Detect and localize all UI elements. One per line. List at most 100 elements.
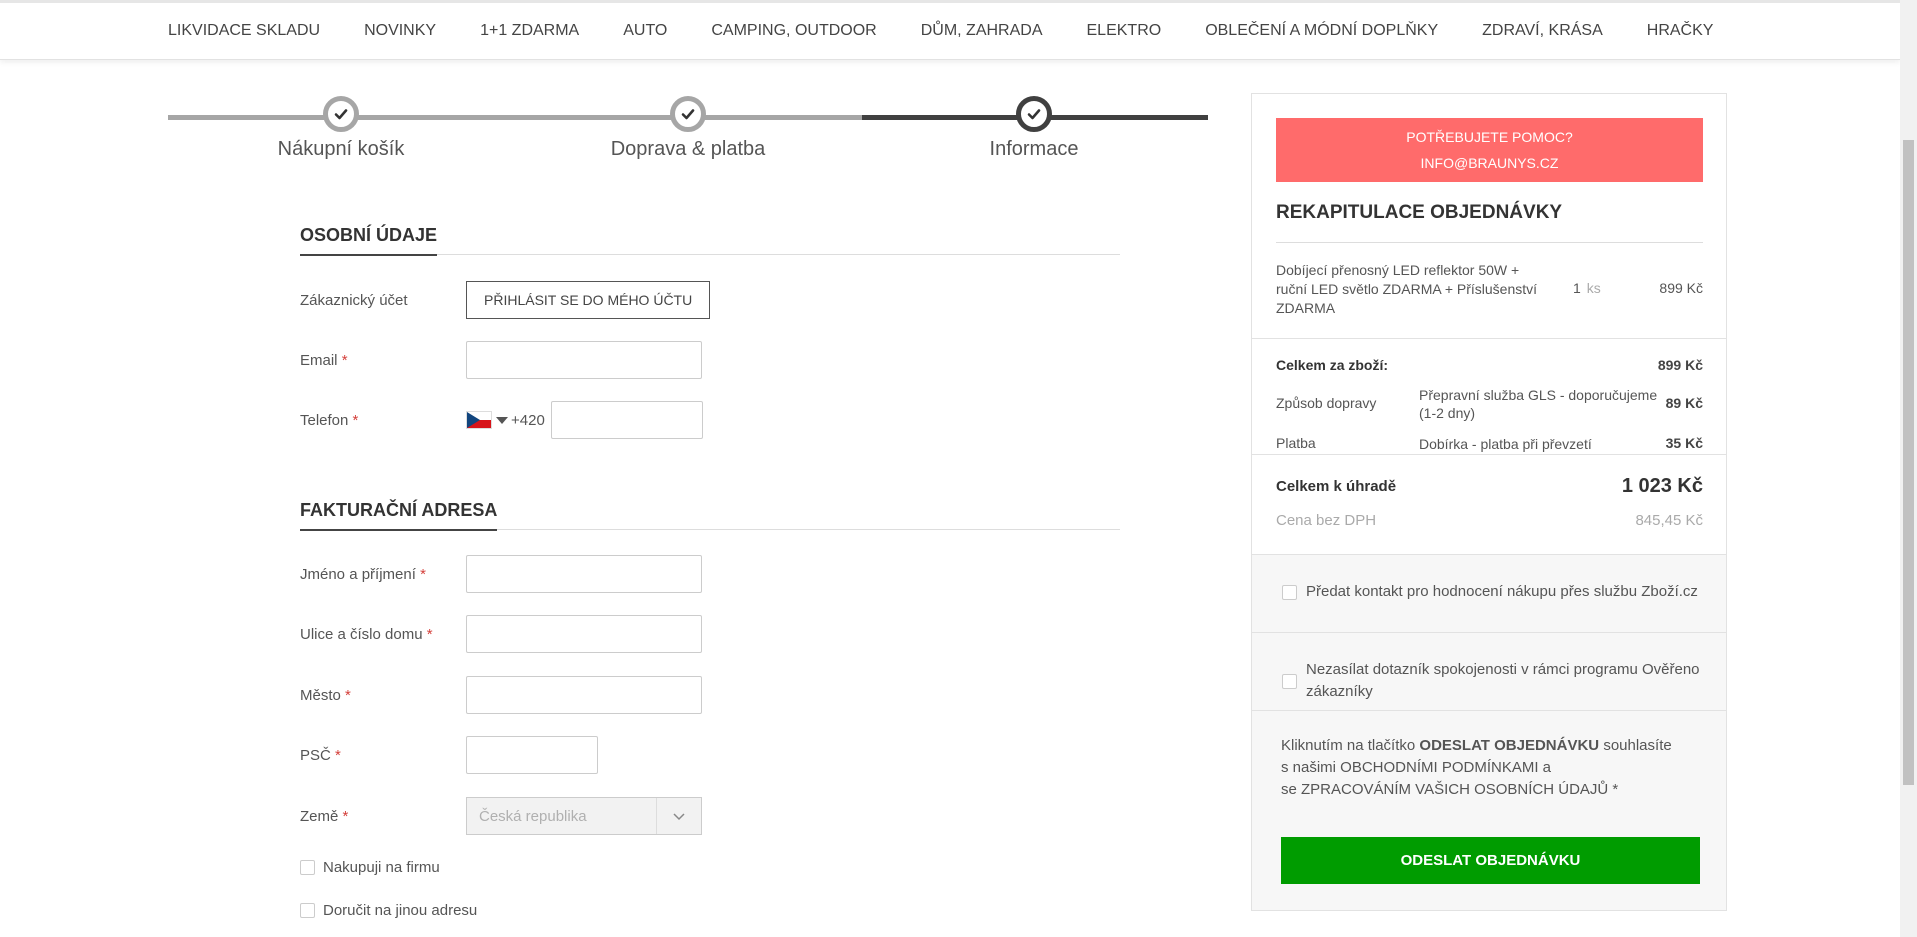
country-label: Země * (300, 807, 349, 825)
street-field[interactable] (466, 615, 702, 653)
section-title-personal: OSOBNÍ ÚDAJE (300, 225, 1120, 256)
net-price-label: Cena bez DPH (1276, 512, 1377, 529)
row-email: Email * (300, 341, 702, 379)
cart-item-qty: 1 ks (1573, 280, 1601, 296)
phone-prefix: +420 (511, 411, 545, 429)
name-field[interactable] (466, 555, 702, 593)
city-field[interactable] (466, 676, 702, 714)
account-label: Zákaznický účet (300, 291, 408, 309)
step-shipping-payment[interactable]: Doprava & platba (538, 92, 838, 161)
terms-text: Kliknutím na tlačítko ODESLAT OBJEDNÁVKU… (1281, 735, 1701, 801)
page-scrollbar[interactable] (1900, 0, 1917, 937)
divider (1252, 338, 1726, 339)
email-label: Email * (300, 351, 348, 369)
payment-row: Platba Dobírka - platba při převzetí 35 … (1276, 435, 1703, 453)
net-price-row: Cena bez DPH 845,45 Kč (1276, 512, 1703, 529)
step-label: Doprava & platba (610, 138, 766, 160)
row-zip: PSČ * (300, 736, 598, 774)
scrollbar-thumb[interactable] (1903, 140, 1914, 785)
step-label: Nákupní košík (277, 138, 405, 160)
name-label: Jméno a příjmení * (300, 565, 426, 583)
divider (1252, 454, 1726, 455)
goods-total-label: Celkem za zboží: (1276, 357, 1389, 373)
nav-item-camping-outdoor[interactable]: CAMPING, OUTDOOR (711, 22, 876, 40)
grand-total-value: 1 023 Kč (1621, 475, 1703, 497)
nav-item-elektro[interactable]: ELEKTRO (1087, 22, 1162, 40)
phone-label: Telefon * (300, 411, 359, 429)
zip-field[interactable] (466, 736, 598, 774)
check-icon (323, 96, 359, 132)
consent-zbozi-label: Předat kontakt pro hodnocení nákupu přes… (1306, 583, 1698, 600)
nav-item-novinky[interactable]: NOVINKY (364, 22, 436, 40)
row-street: Ulice a číslo domu * (300, 615, 702, 653)
other-address-checkbox[interactable] (300, 903, 315, 918)
top-navigation: LIKVIDACE SKLADU NOVINKY 1+1 ZDARMA AUTO… (0, 0, 1900, 60)
caret-down-icon (496, 416, 508, 424)
payment-method: Dobírka - platba při převzetí (1419, 436, 1592, 452)
nav-item-likvidace-skladu[interactable]: LIKVIDACE SKLADU (168, 22, 320, 40)
divider (1252, 554, 1726, 555)
section-title-billing: FAKTURAČNÍ ADRESA (300, 500, 1120, 531)
consent-overeno-checkbox[interactable] (1282, 673, 1297, 689)
row-account: Zákaznický účet PŘIHLÁSIT SE DO MÉHO ÚČT… (300, 281, 711, 319)
row-phone: Telefon * +420 (300, 401, 703, 439)
cart-item-price: 899 Kč (1659, 280, 1703, 296)
payment-price: 35 Kč (1665, 435, 1703, 451)
phone-field[interactable] (550, 401, 703, 439)
cart-item-name: Dobíjecí přenosný LED reflektor 50W + ru… (1276, 262, 1538, 316)
login-button[interactable]: PŘIHLÁSIT SE DO MÉHO ÚČTU (466, 281, 711, 319)
recap-title: REKAPITULACE OBJEDNÁVKY (1276, 202, 1703, 243)
street-label: Ulice a číslo domu * (300, 625, 433, 643)
company-checkbox-label: Nakupuji na firmu (323, 859, 440, 876)
goods-total-row: Celkem za zboží: 899 Kč (1276, 357, 1703, 373)
shipping-row: Způsob dopravy Přepravní služba GLS - do… (1276, 386, 1703, 422)
grand-total-row: Celkem k úhradě 1 023 Kč (1276, 475, 1703, 497)
nav-item-hracky[interactable]: HRAČKY (1647, 22, 1714, 40)
check-icon (1016, 96, 1052, 132)
phone-prefix-select[interactable]: +420 (466, 411, 551, 429)
step-label: Informace (989, 138, 1079, 160)
email-field[interactable] (466, 341, 702, 379)
shipping-price: 89 Kč (1665, 395, 1703, 411)
divider (1252, 632, 1726, 633)
other-address-checkbox-row[interactable]: Doručit na jinou adresu (300, 902, 477, 919)
row-city: Město * (300, 676, 702, 714)
chevron-down-icon (656, 798, 701, 834)
other-address-checkbox-label: Doručit na jinou adresu (323, 902, 478, 919)
consent-zbozi-row[interactable]: Předat kontakt pro hodnocení nákupu přes… (1282, 581, 1702, 603)
help-banner[interactable]: POTŘEBUJETE POMOC? INFO@BRAUNYS.CZ (1276, 118, 1703, 182)
nav-item-dum-zahrada[interactable]: DŮM, ZAHRADA (921, 22, 1043, 40)
nav-item-obleceni[interactable]: OBLEČENÍ A MÓDNÍ DOPLŇKY (1205, 22, 1438, 40)
company-checkbox-row[interactable]: Nakupuji na firmu (300, 859, 440, 876)
cart-item: Dobíjecí přenosný LED reflektor 50W + ru… (1276, 261, 1703, 318)
nav-item-auto[interactable]: AUTO (623, 22, 667, 40)
czech-flag-icon (466, 411, 492, 429)
row-name: Jméno a příjmení * (300, 555, 702, 593)
consent-zbozi-checkbox[interactable] (1282, 584, 1297, 600)
payment-label: Platba (1276, 435, 1316, 451)
consent-overeno-label: Nezasílat dotazník spokojenosti v rámci … (1306, 661, 1700, 700)
check-icon (670, 96, 706, 132)
checkout-stepper: Nákupní košík Doprava & platba Informace (168, 92, 1208, 172)
submit-order-button[interactable]: ODESLAT OBJEDNÁVKU (1281, 837, 1700, 884)
grand-total-label: Celkem k úhradě (1276, 478, 1397, 495)
privacy-link[interactable]: se ZPRACOVÁNÍM VAŠICH OSOBNÍCH ÚDAJŮ * (1281, 779, 1701, 801)
nav-item-zdravi-krasa[interactable]: ZDRAVÍ, KRÁSA (1482, 22, 1603, 40)
country-select[interactable]: Česká republika (466, 797, 702, 835)
help-title: POTŘEBUJETE POMOC? (1406, 129, 1573, 145)
divider (1252, 710, 1726, 711)
country-value: Česká republika (479, 807, 587, 825)
terms-link[interactable]: s našimi OBCHODNÍMI PODMÍNKAMI a (1281, 757, 1701, 779)
goods-total-value: 899 Kč (1657, 357, 1703, 373)
nav-item-1plus1-zdarma[interactable]: 1+1 ZDARMA (480, 22, 579, 40)
zip-label: PSČ * (300, 746, 341, 764)
step-cart[interactable]: Nákupní košík (191, 92, 491, 161)
net-price-value: 845,45 Kč (1635, 512, 1703, 529)
step-information: Informace (884, 92, 1184, 161)
shipping-label: Způsob dopravy (1276, 395, 1377, 411)
city-label: Město * (300, 686, 351, 704)
help-email[interactable]: INFO@BRAUNYS.CZ (1276, 150, 1703, 176)
shipping-method: Přepravní služba GLS - doporučujeme (1-2… (1419, 387, 1658, 421)
consent-overeno-row[interactable]: Nezasílat dotazník spokojenosti v rámci … (1282, 659, 1702, 703)
company-checkbox[interactable] (300, 860, 315, 875)
